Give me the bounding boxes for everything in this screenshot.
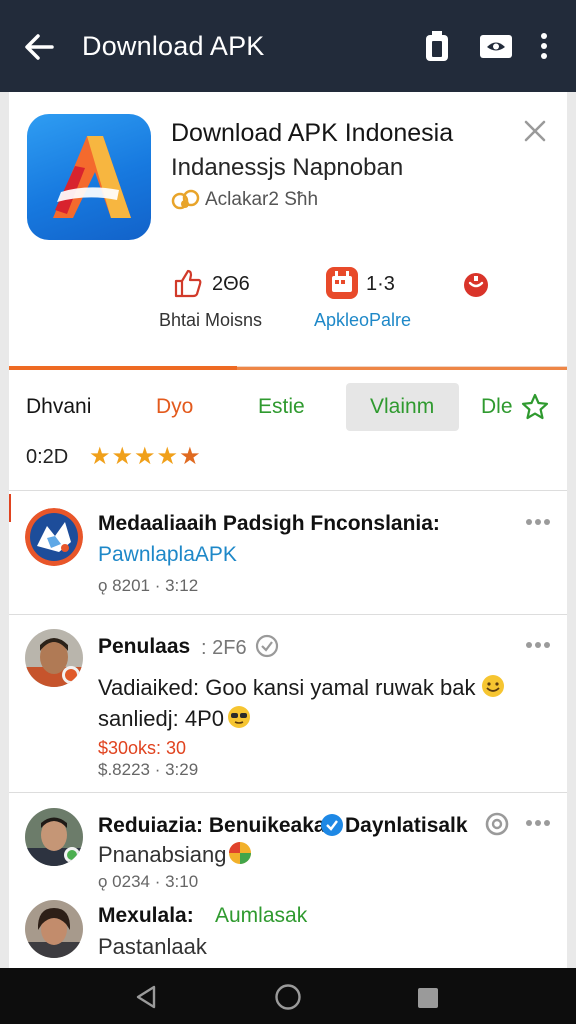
app-bar: Download APK (0, 0, 576, 92)
separator (9, 490, 567, 491)
post-author-suffix[interactable]: Aumlasak (215, 904, 307, 928)
colorful-emoji-icon (229, 842, 251, 864)
nav-recents-icon[interactable] (417, 987, 439, 1009)
more-vert-icon[interactable] (533, 30, 555, 62)
likes-label: Bhtai Moisns (159, 310, 263, 330)
tab-dyo[interactable]: Dyo (156, 395, 193, 419)
star-half-icon: ★ (179, 443, 202, 470)
post-meta: ǫ 0234 · 3:10 (98, 872, 199, 891)
more-horiz-icon[interactable] (525, 641, 551, 649)
smile-emoji-icon (482, 675, 504, 697)
post-author[interactable]: Penulaas (98, 635, 190, 659)
post-text-line: Pastanlaak (98, 934, 207, 959)
developer-name[interactable]: Aclakar2 Sħh (205, 189, 318, 211)
avatar[interactable] (25, 808, 83, 866)
post-link[interactable]: PawnlaplaAPK (98, 543, 237, 567)
tab-estie[interactable]: Estie (258, 395, 305, 419)
view-icon[interactable] (479, 32, 513, 60)
separator (9, 792, 567, 793)
accent-mark (9, 494, 11, 522)
verified-badge-icon (321, 814, 343, 836)
at-sign-icon (485, 812, 509, 836)
system-nav-bar (0, 968, 576, 1024)
avatar[interactable] (25, 900, 83, 958)
avatar[interactable] (25, 629, 83, 687)
tab-vlainm[interactable]: Vlainm (370, 395, 434, 419)
sunglasses-emoji-icon (228, 706, 250, 728)
developer-badge-icon (171, 189, 200, 210)
verified-outline-icon (255, 634, 279, 658)
tab-dhvani[interactable]: Dhvani (26, 395, 91, 419)
app-title: Download APK Indonesia (171, 119, 454, 147)
post-author[interactable]: Mexulala: (98, 904, 194, 928)
post-text-line: Pnanabsiang (98, 842, 227, 867)
separator (9, 614, 567, 615)
post-price: $30oks: 30 (98, 738, 187, 758)
section-divider (9, 366, 567, 370)
post-meta: $.8223 · 3:29 (98, 760, 199, 779)
shield-icon[interactable] (463, 272, 489, 298)
close-icon[interactable] (523, 119, 547, 143)
more-horiz-icon[interactable] (525, 518, 551, 526)
post-title[interactable]: Medaaliaaih Padsigh Fnconslania: (98, 512, 440, 536)
rating-stars: ★★★★★ (89, 442, 202, 471)
post-tag: : 2F6 (201, 637, 247, 659)
calendar-icon[interactable] (325, 266, 359, 300)
app-subtitle: Indanessjs Napnoban (171, 154, 404, 181)
page-title: Download APK (82, 31, 265, 61)
app-detail-card: Download APK Indonesia Indanessjs Napnob… (9, 92, 567, 968)
rating-value: 0:2D (26, 446, 69, 468)
app-logo-icon (27, 114, 151, 240)
post-meta: ǫ 8201 · 3:12 (98, 576, 199, 595)
post-text-line: sanliedj: 4P0 (98, 706, 224, 731)
tab-dle[interactable]: Dle (481, 395, 513, 419)
post-text-line: Vadiaiked: Goo kansi yamal ruwak bak (98, 675, 476, 700)
back-arrow-icon[interactable] (22, 30, 56, 64)
nav-home-icon[interactable] (274, 983, 302, 1011)
post-author-suffix[interactable]: Daynlatisalk (345, 814, 468, 838)
star-outline-icon[interactable] (521, 393, 549, 421)
more-horiz-icon[interactable] (525, 819, 551, 827)
likes-count: 2Θ6 (212, 273, 250, 295)
post-author[interactable]: Reduiazia: Benuikeaka (98, 814, 326, 838)
release-count: 1·3 (366, 273, 395, 295)
star-icon: ★★★★ (89, 443, 180, 470)
nav-back-icon[interactable] (134, 984, 158, 1010)
avatar-fox-icon[interactable] (25, 508, 83, 566)
release-link[interactable]: ApkleoPalre (314, 310, 411, 331)
battery-icon[interactable] (424, 30, 450, 62)
thumbs-up-icon[interactable] (173, 268, 203, 298)
